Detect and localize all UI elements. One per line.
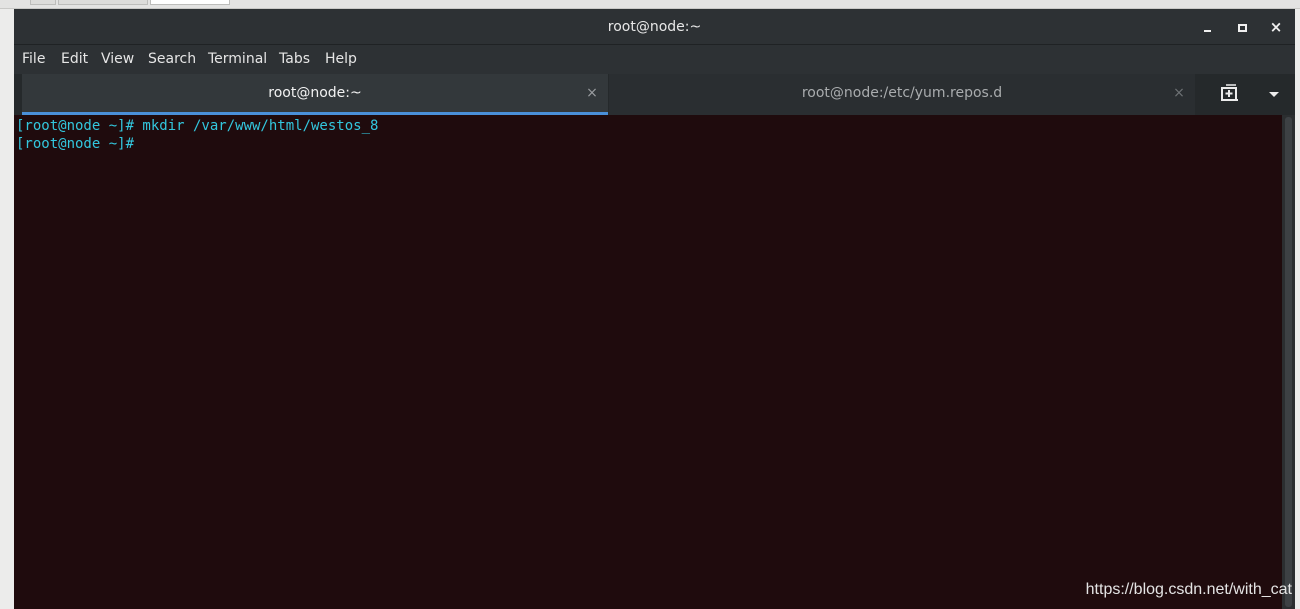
menu-file[interactable]: File [22, 45, 45, 74]
menu-bar: File Edit View Search Terminal Tabs Help [14, 45, 1295, 74]
tab-yum-repos[interactable]: root@node:/etc/yum.repos.d × [609, 74, 1195, 115]
tab-menu-button[interactable] [1262, 82, 1286, 106]
terminal-scrollbar[interactable] [1282, 115, 1295, 609]
tab-label: root@node:/etc/yum.repos.d [801, 85, 1003, 101]
desktop-left-edge [0, 9, 14, 609]
terminal-line: [root@node ~]# mkdir /var/www/html/westo… [16, 118, 379, 134]
scrollbar-thumb[interactable] [1285, 117, 1292, 607]
terminal-window: root@node:~ × File Edit View Search Term… [14, 9, 1295, 609]
tab-label: root@node:~ [268, 85, 362, 101]
tab-close-icon[interactable]: × [582, 74, 602, 112]
tab-root-home[interactable]: root@node:~ × [22, 74, 608, 115]
tab-close-icon[interactable]: × [1169, 74, 1189, 112]
watermark-url: https://blog.csdn.net/with_cat [1085, 581, 1292, 598]
terminal-output[interactable]: [root@node ~]# mkdir /var/www/html/westo… [14, 115, 1282, 609]
minimize-icon [1204, 30, 1211, 32]
maximize-icon [1238, 24, 1247, 32]
desktop-right-edge [1295, 9, 1300, 609]
close-icon: × [1269, 18, 1283, 36]
menu-view[interactable]: View [101, 45, 134, 74]
menu-help[interactable]: Help [325, 45, 357, 74]
new-tab-icon [1221, 84, 1238, 101]
background-tab [30, 0, 56, 5]
background-app-strip [0, 0, 1300, 9]
window-title: root@node:~ [607, 19, 702, 35]
terminal-line: [root@node ~]# [16, 136, 135, 152]
menu-edit[interactable]: Edit [61, 45, 88, 74]
menu-tabs[interactable]: Tabs [279, 45, 310, 74]
tab-bar: root@node:~ × root@node:/etc/yum.repos.d… [14, 74, 1295, 115]
menu-terminal[interactable]: Terminal [208, 45, 267, 74]
close-button[interactable]: × [1266, 17, 1286, 37]
chevron-down-icon [1269, 92, 1279, 97]
title-bar: root@node:~ × [14, 9, 1295, 45]
minimize-button[interactable] [1198, 17, 1218, 37]
background-tab [58, 0, 148, 5]
maximize-button[interactable] [1232, 17, 1252, 37]
background-tab [150, 0, 230, 5]
menu-search[interactable]: Search [148, 45, 196, 74]
new-tab-button[interactable] [1218, 82, 1242, 106]
